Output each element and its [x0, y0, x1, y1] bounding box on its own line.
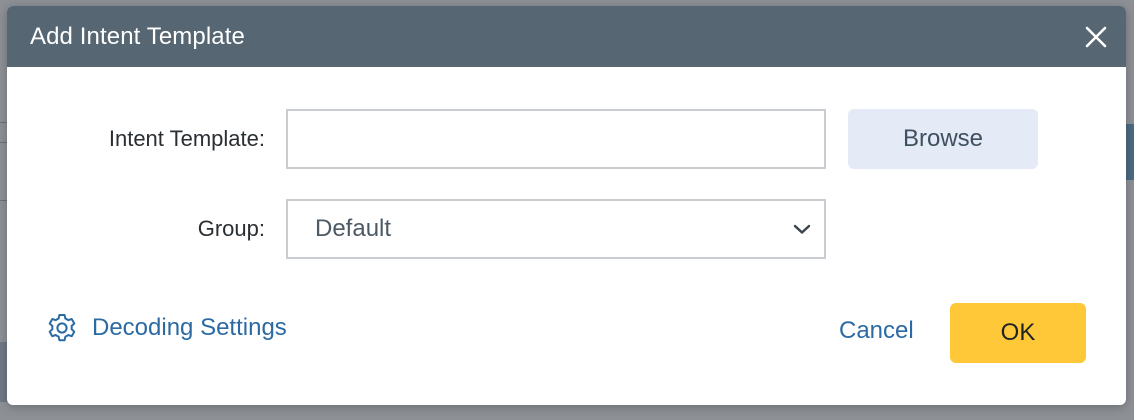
intent-template-input[interactable] — [286, 109, 826, 169]
add-intent-template-dialog: Add Intent Template Intent Template: Bro… — [7, 6, 1126, 405]
browse-button[interactable]: Browse — [848, 109, 1038, 169]
decoding-settings-label: Decoding Settings — [92, 314, 287, 341]
chevron-down-icon — [792, 223, 812, 235]
cancel-button[interactable]: Cancel — [827, 311, 926, 351]
dialog-title: Add Intent Template — [30, 22, 245, 50]
gear-icon — [45, 311, 79, 345]
intent-template-label: Intent Template: — [108, 126, 265, 151]
close-icon — [1085, 26, 1107, 47]
close-button[interactable] — [1066, 6, 1126, 67]
group-select-value: Default — [315, 215, 392, 242]
decoding-settings-link[interactable]: Decoding Settings — [45, 311, 287, 345]
background-panel — [1126, 124, 1134, 180]
group-label: Group: — [197, 216, 265, 241]
ok-button[interactable]: OK — [950, 303, 1086, 363]
group-select[interactable]: Default — [286, 199, 826, 259]
dialog-header: Add Intent Template — [7, 6, 1126, 67]
